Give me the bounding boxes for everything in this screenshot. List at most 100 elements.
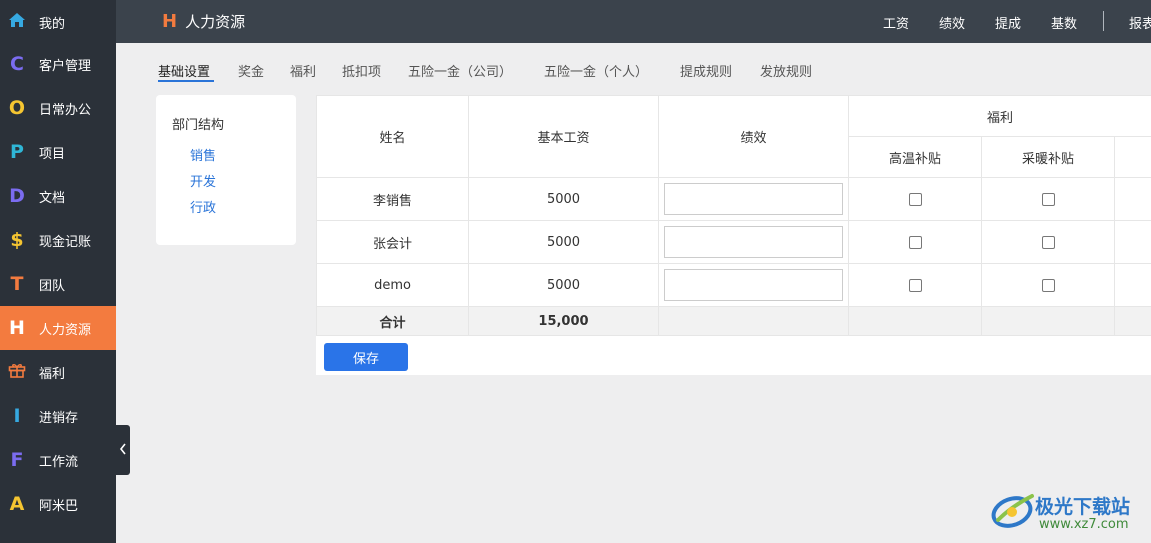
cell-performance xyxy=(658,220,849,264)
t-letter-icon: T xyxy=(10,273,24,295)
d-letter-icon: D xyxy=(9,185,25,207)
header-heating-allowance: 采暖补贴 xyxy=(981,136,1115,178)
h-letter-icon: H xyxy=(162,11,178,32)
header-name: 姓名 xyxy=(316,95,469,178)
h-letter-icon: H xyxy=(9,317,25,339)
sidebar-item-welfare[interactable]: 福利 xyxy=(0,350,116,394)
salary-table-panel: 姓名 基本工资 绩效 福利 高温补贴 采暖补贴 李销售 5000 张会计 500… xyxy=(316,95,1151,375)
cell-performance xyxy=(658,263,849,307)
heating-allowance-checkbox[interactable] xyxy=(1041,278,1055,292)
department-panel: 部门结构 销售 开发 行政 xyxy=(156,95,296,245)
cell-name: demo xyxy=(316,263,469,307)
tab-commission-rules[interactable]: 提成规则 xyxy=(680,61,732,80)
tab-insurance-company[interactable]: 五险一金（公司） xyxy=(408,61,512,80)
table-row: 李销售 5000 xyxy=(316,177,1151,221)
header-benefits-group: 福利 xyxy=(847,95,1151,137)
cell-heating-allowance xyxy=(981,177,1115,221)
tab-insurance-personal[interactable]: 五险一金（个人） xyxy=(544,61,648,80)
gift-icon xyxy=(7,362,27,382)
sidebar-item-label: 阿米巴 xyxy=(39,498,79,514)
o-letter-icon: O xyxy=(8,97,26,119)
watermark-url: www.xz7.com xyxy=(1039,517,1129,532)
department-item-sales[interactable]: 销售 xyxy=(190,145,216,164)
f-letter-icon: F xyxy=(10,449,24,471)
tab-basic-settings[interactable]: 基础设置 xyxy=(158,61,210,80)
sidebar-item-projects[interactable]: P 项目 xyxy=(0,130,116,174)
sidebar-item-label: 人力资源 xyxy=(39,322,92,338)
performance-input[interactable] xyxy=(664,269,843,301)
cell-base-salary: 5000 xyxy=(468,220,659,264)
sidebar-item-label: 工作流 xyxy=(39,454,79,470)
header-base-salary: 基本工资 xyxy=(468,95,659,178)
heating-allowance-checkbox[interactable] xyxy=(1041,235,1055,249)
sidebar-item-label: 客户管理 xyxy=(39,58,92,74)
a-letter-icon: A xyxy=(9,493,25,515)
page-title: 人力资源 xyxy=(185,13,246,31)
total-performance xyxy=(658,306,849,336)
i-letter-icon: I xyxy=(13,405,21,427)
cell-name: 李销售 xyxy=(316,177,469,221)
sidebar-item-amoeba[interactable]: A 阿米巴 xyxy=(0,482,116,526)
sidebar-item-mine[interactable]: 我的 xyxy=(0,0,116,44)
home-icon xyxy=(7,12,27,32)
p-letter-icon: P xyxy=(10,141,24,163)
c-letter-icon: C xyxy=(10,53,24,75)
total-heating-allowance xyxy=(981,306,1115,336)
sidebar-item-label: 现金记账 xyxy=(39,234,92,250)
sidebar: 我的 C 客户管理 O 日常办公 P 项目 D 文档 $ 现金记账 T 团队 H… xyxy=(0,0,116,543)
sidebar-item-team[interactable]: T 团队 xyxy=(0,262,116,306)
cell-base-salary: 5000 xyxy=(468,177,659,221)
header-performance: 绩效 xyxy=(658,95,849,178)
cell-more xyxy=(1113,177,1151,221)
sidebar-item-customers[interactable]: C 客户管理 xyxy=(0,42,116,86)
cell-heating-allowance xyxy=(981,220,1115,264)
sidebar-item-cashbook[interactable]: $ 现金记账 xyxy=(0,218,116,262)
nav-salary[interactable]: 工资 xyxy=(883,13,909,32)
sidebar-item-workflow[interactable]: F 工作流 xyxy=(0,438,116,482)
heat-allowance-checkbox[interactable] xyxy=(908,192,922,206)
sidebar-item-office[interactable]: O 日常办公 xyxy=(0,86,116,130)
cell-heat-allowance xyxy=(848,177,982,221)
cell-performance xyxy=(658,177,849,221)
dollar-icon: $ xyxy=(10,229,24,251)
sidebar-item-label: 日常办公 xyxy=(39,102,92,118)
performance-input[interactable] xyxy=(664,183,843,215)
tab-deductions[interactable]: 抵扣项 xyxy=(342,61,381,80)
total-base-salary: 15,000 xyxy=(468,306,659,336)
salary-table: 姓名 基本工资 绩效 福利 高温补贴 采暖补贴 李销售 5000 张会计 500… xyxy=(316,95,1151,336)
nav-reports[interactable]: 报表 xyxy=(1129,13,1151,32)
active-tab-indicator xyxy=(158,80,214,82)
sidebar-item-hr[interactable]: H 人力资源 xyxy=(0,306,116,350)
tab-bonus[interactable]: 奖金 xyxy=(238,61,264,80)
heating-allowance-checkbox[interactable] xyxy=(1041,192,1055,206)
sidebar-item-documents[interactable]: D 文档 xyxy=(0,174,116,218)
cell-name: 张会计 xyxy=(316,220,469,264)
sidebar-item-label: 文档 xyxy=(39,190,66,206)
save-button[interactable]: 保存 xyxy=(324,343,408,371)
table-row: demo 5000 xyxy=(316,263,1151,307)
cell-base-salary: 5000 xyxy=(468,263,659,307)
heat-allowance-checkbox[interactable] xyxy=(908,278,922,292)
tab-payout-rules[interactable]: 发放规则 xyxy=(760,61,812,80)
performance-input[interactable] xyxy=(664,226,843,258)
total-heat-allowance xyxy=(848,306,982,336)
department-item-dev[interactable]: 开发 xyxy=(190,171,216,190)
department-title: 部门结构 xyxy=(172,118,225,133)
sidebar-item-label: 项目 xyxy=(39,146,66,162)
heat-allowance-checkbox[interactable] xyxy=(908,235,922,249)
tab-welfare[interactable]: 福利 xyxy=(290,61,316,80)
sidebar-collapse-button[interactable] xyxy=(116,425,130,475)
department-item-admin[interactable]: 行政 xyxy=(190,197,216,216)
nav-base[interactable]: 基数 xyxy=(1051,13,1077,32)
total-row: 合计 15,000 xyxy=(316,306,1151,336)
chevron-left-icon xyxy=(119,443,127,458)
cell-more xyxy=(1113,220,1151,264)
nav-commission[interactable]: 提成 xyxy=(995,13,1021,32)
cell-heat-allowance xyxy=(848,263,982,307)
watermark: 极光下载站 www.xz7.com xyxy=(990,490,1145,534)
nav-performance[interactable]: 绩效 xyxy=(939,13,965,32)
sidebar-item-inventory[interactable]: I 进销存 xyxy=(0,394,116,438)
top-bar: H 人力资源 工资 绩效 提成 基数 报表 xyxy=(116,0,1151,43)
nav-divider xyxy=(1103,11,1104,31)
sidebar-item-label: 福利 xyxy=(39,366,66,382)
